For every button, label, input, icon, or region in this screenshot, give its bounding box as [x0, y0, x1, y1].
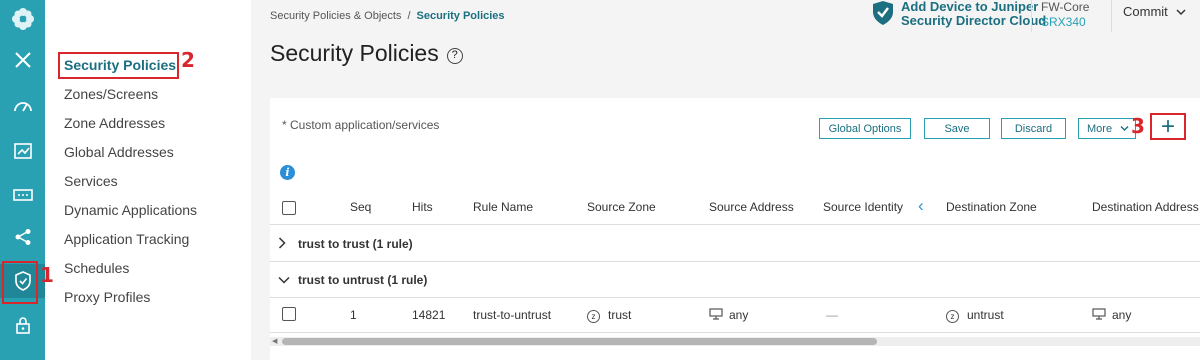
- cell-rule-name[interactable]: trust-to-untrust: [473, 308, 551, 322]
- discard-button[interactable]: Discard: [1001, 118, 1066, 139]
- juniper-shield-icon: [873, 1, 893, 25]
- header-divider: [1111, 0, 1112, 32]
- column-header-seq[interactable]: Seq: [350, 200, 371, 214]
- policies-panel: * Custom application/services Global Opt…: [270, 98, 1200, 360]
- help-icon[interactable]: ?: [446, 48, 463, 64]
- nav-item-zones-screens[interactable]: Zones/Screens: [64, 86, 158, 102]
- horizontal-scrollbar[interactable]: ◀: [270, 337, 1200, 346]
- page-title: Security Policies: [270, 40, 439, 66]
- annotation-box-1: [2, 261, 38, 304]
- cell-source-zone: z trust: [587, 308, 631, 323]
- commit-label: Commit: [1123, 4, 1168, 19]
- breadcrumb: Security Policies & Objects / Security Pol…: [270, 10, 505, 22]
- rule-group-label: trust to trust (1 rule): [298, 237, 413, 251]
- column-header-rule-name[interactable]: Rule Name: [473, 200, 533, 214]
- nav-item-services[interactable]: Services: [64, 173, 118, 189]
- collapse-columns-icon[interactable]: ‹: [918, 196, 924, 216]
- add-device-line-2: Security Director Cloud: [901, 13, 1047, 28]
- cell-source-identity: —: [826, 308, 838, 322]
- select-all-checkbox[interactable]: [282, 201, 296, 215]
- cell-source-address-value: any: [729, 308, 749, 322]
- app-nav-rail: [0, 0, 45, 360]
- dashboard-icon[interactable]: [0, 89, 45, 123]
- cell-destination-zone: z untrust: [946, 308, 1004, 323]
- add-device-link[interactable]: Add Device to Juniper Security Director …: [871, 0, 1046, 28]
- add-rule-button[interactable]: +: [1150, 113, 1186, 140]
- cell-destination-address-value: any: [1112, 308, 1132, 322]
- network-icon[interactable]: [0, 220, 45, 254]
- rule-group-label: trust to untrust (1 rule): [298, 273, 428, 287]
- address-icon: [709, 308, 723, 320]
- breadcrumb-separator: /: [407, 10, 411, 22]
- more-button[interactable]: More: [1078, 118, 1136, 139]
- nav-item-zone-addresses[interactable]: Zone Addresses: [64, 115, 165, 131]
- rule-group-row[interactable]: trust to untrust (1 rule): [270, 262, 1200, 298]
- breadcrumb-parent[interactable]: Security Policies & Objects: [270, 10, 401, 22]
- column-header-destination-address[interactable]: Destination Address: [1092, 200, 1199, 214]
- header-divider: [1031, 0, 1032, 32]
- table-header: Seq Hits Rule Name Source Zone Source Ad…: [270, 190, 1200, 225]
- commit-menu[interactable]: Commit: [1123, 4, 1186, 19]
- close-icon[interactable]: [0, 43, 45, 77]
- more-label: More: [1087, 122, 1113, 135]
- address-icon: [1092, 308, 1106, 320]
- chevron-down-icon: [1176, 9, 1186, 16]
- rule-group-row[interactable]: trust to trust (1 rule): [270, 226, 1200, 262]
- device-model: SRX340: [1041, 15, 1086, 29]
- main-content: Security Policies & Objects / Security Pol…: [251, 0, 1200, 360]
- info-icon[interactable]: i: [280, 165, 295, 180]
- logo-icon[interactable]: [0, 2, 45, 36]
- cell-destination-zone-value: untrust: [967, 308, 1004, 322]
- monitor-icon[interactable]: [0, 134, 45, 168]
- save-button[interactable]: Save: [924, 118, 990, 139]
- global-options-button[interactable]: Global Options: [819, 118, 911, 139]
- zone-icon: z: [946, 310, 959, 323]
- column-header-source-identity[interactable]: Source Identity: [823, 200, 903, 214]
- annotation-number-2: 2: [181, 48, 195, 72]
- device-info: FW-Core SRX340: [1041, 0, 1089, 30]
- custom-app-note: * Custom application/services: [282, 118, 440, 132]
- annotation-number-3: 3: [1131, 114, 1145, 138]
- nav-item-global-addresses[interactable]: Global Addresses: [64, 144, 174, 160]
- column-header-source-zone[interactable]: Source Zone: [587, 200, 656, 214]
- cell-source-address: any: [709, 308, 748, 322]
- annotation-number-1: 1: [40, 263, 54, 287]
- chevron-down-icon: [278, 272, 290, 288]
- chevron-right-icon: [278, 236, 286, 252]
- scrollbar-thumb[interactable]: [282, 338, 877, 345]
- lock-icon[interactable]: [0, 308, 45, 342]
- nav-item-proxy-profiles[interactable]: Proxy Profiles: [64, 289, 150, 305]
- table-row[interactable]: 1 14821 trust-to-untrust z trust any — zu…: [270, 297, 1200, 333]
- nav-item-application-tracking[interactable]: Application Tracking: [64, 231, 189, 247]
- column-header-hits[interactable]: Hits: [412, 200, 433, 214]
- nav-item-schedules[interactable]: Schedules: [64, 260, 129, 276]
- column-header-destination-zone[interactable]: Destination Zone: [946, 200, 1037, 214]
- annotation-box-2: [58, 52, 179, 79]
- devices-icon[interactable]: [0, 178, 45, 212]
- page-title-wrap: Security Policies?: [270, 40, 463, 67]
- add-device-line-1: Add Device to Juniper: [901, 0, 1039, 14]
- cell-destination-address: any: [1092, 308, 1131, 322]
- zone-icon: z: [587, 310, 600, 323]
- column-header-source-address[interactable]: Source Address: [709, 200, 794, 214]
- nav-item-dynamic-applications[interactable]: Dynamic Applications: [64, 202, 197, 218]
- row-checkbox[interactable]: [282, 307, 296, 321]
- cell-source-zone-value: trust: [608, 308, 632, 322]
- chevron-down-icon: [1120, 126, 1129, 131]
- device-name: FW-Core: [1041, 0, 1090, 14]
- breadcrumb-current: Security Policies: [416, 10, 505, 22]
- cell-seq: 1: [350, 308, 357, 322]
- cell-hits: 14821: [412, 308, 446, 322]
- scroll-left-icon[interactable]: ◀: [272, 337, 277, 345]
